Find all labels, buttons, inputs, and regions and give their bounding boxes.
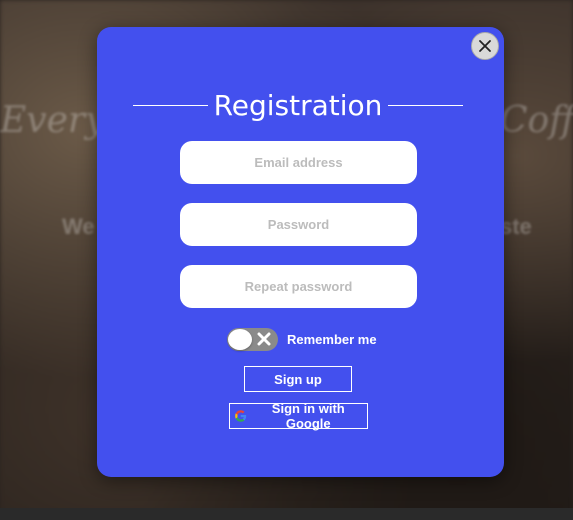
remember-me-toggle[interactable] — [227, 327, 278, 351]
title-row: Registration — [133, 87, 464, 123]
close-button[interactable] — [471, 32, 499, 60]
modal-title: Registration — [213, 88, 383, 122]
sign-up-button[interactable]: Sign up — [244, 366, 352, 392]
google-sign-in-label: Sign in with Google — [271, 401, 345, 431]
email-field[interactable] — [180, 141, 417, 184]
remember-me-label: Remember me — [287, 331, 377, 347]
title-divider-right — [388, 104, 464, 106]
title-divider-left — [133, 104, 208, 106]
background-subtitle-left: We — [62, 214, 95, 239]
background-headline-left: Every — [0, 100, 106, 141]
google-icon — [235, 410, 247, 422]
x-icon — [257, 332, 271, 345]
close-icon — [479, 40, 491, 52]
remember-me-row: Remember me — [227, 327, 377, 351]
password-field[interactable] — [180, 203, 417, 246]
toggle-knob — [228, 328, 252, 350]
registration-modal: Registration Remember me Sign up Sign in… — [97, 27, 504, 477]
background-bottom-bar — [0, 508, 573, 520]
background-headline-right: Coffe — [500, 100, 573, 141]
background-subtitle-right: ste — [500, 214, 532, 239]
repeat-password-field[interactable] — [180, 265, 417, 308]
google-sign-in-button[interactable]: Sign in with Google — [229, 401, 368, 431]
